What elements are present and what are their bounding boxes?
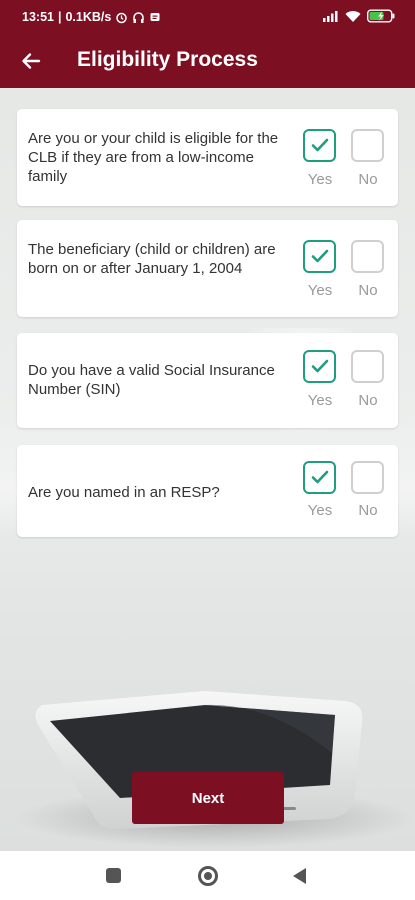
no-label: No <box>358 282 378 299</box>
question-card-3: Do you have a valid Social Insurance Num… <box>17 333 398 428</box>
question-text: The beneficiary (child or children) are … <box>28 241 276 277</box>
question-card-1: Are you or your child is eligible for th… <box>17 109 398 206</box>
yes-label: Yes <box>307 502 333 519</box>
yes-label: Yes <box>307 282 333 299</box>
alarm-icon <box>116 12 128 23</box>
question-card-2: The beneficiary (child or children) are … <box>17 220 398 317</box>
status-right <box>323 9 397 23</box>
status-speed: 0.1KB/s <box>65 10 112 24</box>
back-triangle-icon[interactable] <box>293 868 306 884</box>
status-bar: 13:51 | 0.1KB/s <box>0 0 415 34</box>
wifi-icon <box>345 10 361 22</box>
question-text: Are you named in an RESP? <box>28 484 220 501</box>
home-circle-icon[interactable] <box>198 866 218 886</box>
headphones-icon <box>133 11 145 23</box>
yes-label: Yes <box>307 392 333 409</box>
question-text: Do you have a valid Social Insurance Num… <box>28 362 275 398</box>
checkmark-icon <box>311 470 329 484</box>
battery-icon <box>367 9 395 23</box>
no-label: No <box>358 502 378 519</box>
no-label: No <box>358 171 378 188</box>
recents-square-icon[interactable] <box>106 868 121 883</box>
yes-checkbox[interactable] <box>303 461 336 494</box>
question-text: Are you or your child is eligible for th… <box>28 130 279 185</box>
status-separator: | <box>57 10 62 24</box>
status-left: 13:51 | 0.1KB/s <box>22 10 161 24</box>
no-checkbox[interactable] <box>351 240 384 273</box>
status-time: 13:51 <box>22 10 54 24</box>
yes-label: Yes <box>307 171 333 188</box>
question-card-4: Are you named in an RESP? Yes No <box>17 445 398 537</box>
next-button[interactable]: Next <box>132 772 284 824</box>
notification-icon <box>150 13 160 21</box>
page-title: Eligibility Process <box>77 48 258 71</box>
checkmark-icon <box>311 359 329 373</box>
no-checkbox[interactable] <box>351 129 384 162</box>
yes-checkbox[interactable] <box>303 240 336 273</box>
checkmark-icon <box>311 138 329 152</box>
yes-checkbox[interactable] <box>303 129 336 162</box>
signal-icon <box>323 11 338 22</box>
content-area: Are you or your child is eligible for th… <box>0 88 415 851</box>
system-nav-bar <box>0 851 415 900</box>
checkmark-icon <box>311 249 329 263</box>
arrow-left-icon <box>22 53 41 69</box>
no-label: No <box>358 392 378 409</box>
yes-checkbox[interactable] <box>303 350 336 383</box>
back-button[interactable] <box>16 46 46 76</box>
app-bar: Eligibility Process <box>0 34 415 88</box>
no-checkbox[interactable] <box>351 350 384 383</box>
no-checkbox[interactable] <box>351 461 384 494</box>
